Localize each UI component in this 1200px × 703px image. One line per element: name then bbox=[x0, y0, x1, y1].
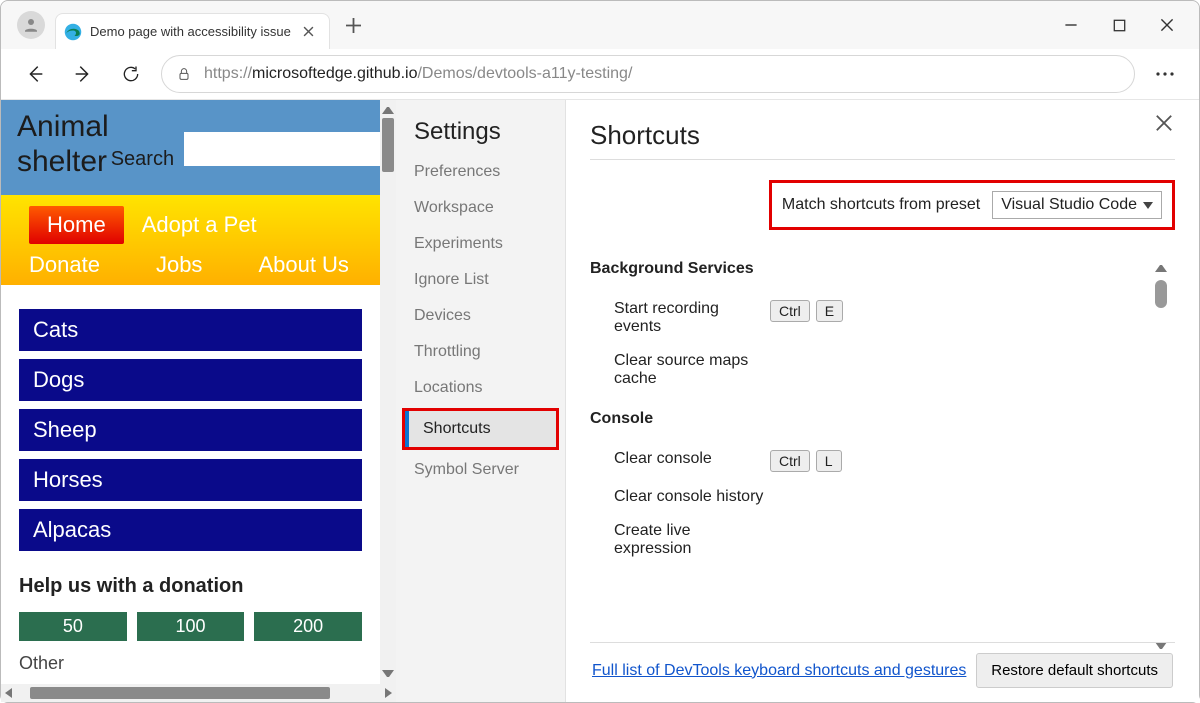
restore-defaults-button[interactable]: Restore default shortcuts bbox=[976, 653, 1173, 688]
category-horses[interactable]: Horses bbox=[19, 459, 362, 501]
minimize-button[interactable] bbox=[1061, 15, 1081, 35]
shortcuts-heading: Shortcuts bbox=[590, 120, 1175, 151]
settings-nav-workspace[interactable]: Workspace bbox=[396, 190, 565, 226]
scrollbar-thumb-h[interactable] bbox=[30, 687, 330, 699]
settings-close-button[interactable] bbox=[1155, 114, 1177, 136]
site-title-line1: Animal bbox=[17, 110, 109, 145]
url-text: https://microsoftedge.github.io/Demos/de… bbox=[204, 65, 632, 83]
preset-label: Match shortcuts from preset bbox=[782, 196, 980, 214]
preset-highlight: Match shortcuts from preset Visual Studi… bbox=[769, 180, 1175, 230]
shortcut-label: Start recording events bbox=[590, 300, 770, 336]
nav-about[interactable]: About Us bbox=[240, 246, 367, 284]
settings-nav-ignore-list[interactable]: Ignore List bbox=[396, 262, 565, 298]
nav-adopt[interactable]: Adopt a Pet bbox=[124, 206, 275, 244]
window-controls bbox=[1061, 15, 1199, 35]
scrollbar-thumb[interactable] bbox=[382, 118, 394, 172]
profile-avatar[interactable] bbox=[17, 11, 45, 39]
shortcut-row: Clear console Ctrl L bbox=[590, 442, 1147, 480]
devtools-panel: Settings Preferences Workspace Experimen… bbox=[396, 100, 1199, 702]
settings-sidebar: Settings Preferences Workspace Experimen… bbox=[396, 100, 566, 702]
donate-200[interactable]: 200 bbox=[254, 612, 362, 641]
nav-jobs[interactable]: Jobs bbox=[138, 246, 220, 284]
key-e: E bbox=[816, 300, 843, 322]
lock-icon bbox=[176, 66, 192, 82]
browser-toolbar: https://microsoftedge.github.io/Demos/de… bbox=[1, 49, 1199, 99]
donate-other-label: Other bbox=[1, 645, 380, 682]
shortcuts-scrollbar[interactable] bbox=[1153, 260, 1169, 654]
tab-title: Demo page with accessibility issue bbox=[90, 24, 291, 39]
browser-window: Demo page with accessibility issue https… bbox=[0, 0, 1200, 703]
settings-nav-experiments[interactable]: Experiments bbox=[396, 226, 565, 262]
page-hero: Animal shelter Search bbox=[1, 100, 380, 195]
preset-select[interactable]: Visual Studio Code bbox=[992, 191, 1162, 219]
section-bg-services: Background Services bbox=[590, 260, 1147, 278]
browser-menu-button[interactable] bbox=[1147, 56, 1183, 92]
site-title-line2: shelter bbox=[17, 145, 109, 180]
close-icon bbox=[303, 26, 314, 37]
back-button[interactable] bbox=[17, 56, 53, 92]
shortcut-label: Clear console history bbox=[590, 488, 770, 506]
forward-button[interactable] bbox=[65, 56, 101, 92]
nav-donate[interactable]: Donate bbox=[29, 246, 118, 284]
page-horizontal-scrollbar[interactable] bbox=[1, 684, 396, 702]
preset-value: Visual Studio Code bbox=[1001, 196, 1137, 214]
shortcut-row: Start recording events Ctrl E bbox=[590, 292, 1147, 344]
category-sheep[interactable]: Sheep bbox=[19, 409, 362, 451]
scrollbar-thumb[interactable] bbox=[1155, 280, 1167, 308]
shortcut-row: Create live expression bbox=[590, 514, 1147, 566]
shortcut-label: Clear source maps cache bbox=[590, 352, 770, 388]
page-vertical-scrollbar[interactable] bbox=[380, 100, 396, 684]
page-viewport: Animal shelter Search Home Adopt a Pet D… bbox=[1, 100, 396, 702]
search-label: Search bbox=[111, 148, 174, 171]
settings-nav-locations[interactable]: Locations bbox=[396, 370, 565, 406]
nav-home[interactable]: Home bbox=[29, 206, 124, 244]
settings-nav-symbol-server[interactable]: Symbol Server bbox=[396, 452, 565, 488]
settings-nav-shortcuts[interactable]: Shortcuts bbox=[405, 411, 556, 447]
maximize-button[interactable] bbox=[1109, 15, 1129, 35]
page-body: Animal shelter Search Home Adopt a Pet D… bbox=[1, 100, 380, 684]
edge-icon bbox=[64, 23, 82, 41]
content-area: Animal shelter Search Home Adopt a Pet D… bbox=[1, 99, 1199, 702]
shortcut-row: Clear console history bbox=[590, 480, 1147, 514]
browser-tab[interactable]: Demo page with accessibility issue bbox=[55, 13, 330, 49]
settings-main: Shortcuts Match shortcuts from preset Vi… bbox=[566, 100, 1199, 702]
new-tab-button[interactable] bbox=[338, 9, 370, 41]
category-dogs[interactable]: Dogs bbox=[19, 359, 362, 401]
category-list: Cats Dogs Sheep Horses Alpacas bbox=[1, 309, 380, 551]
donation-heading: Help us with a donation bbox=[19, 575, 362, 598]
address-bar[interactable]: https://microsoftedge.github.io/Demos/de… bbox=[161, 55, 1135, 93]
settings-nav-throttling[interactable]: Throttling bbox=[396, 334, 565, 370]
donate-50[interactable]: 50 bbox=[19, 612, 127, 641]
category-alpacas[interactable]: Alpacas bbox=[19, 509, 362, 551]
shortcut-label: Create live expression bbox=[590, 522, 770, 558]
shortcut-row: Clear source maps cache bbox=[590, 344, 1147, 396]
category-cats[interactable]: Cats bbox=[19, 309, 362, 351]
key-ctrl: Ctrl bbox=[770, 450, 810, 472]
titlebar: Demo page with accessibility issue bbox=[1, 1, 1199, 49]
plus-icon bbox=[346, 18, 361, 33]
preset-row: Match shortcuts from preset Visual Studi… bbox=[590, 180, 1175, 230]
full-shortcuts-link[interactable]: Full list of DevTools keyboard shortcuts… bbox=[592, 662, 966, 680]
donate-100[interactable]: 100 bbox=[137, 612, 245, 641]
shortcuts-area: Background Services Start recording even… bbox=[590, 260, 1175, 702]
search-input[interactable] bbox=[184, 132, 380, 166]
chevron-down-icon bbox=[1143, 202, 1153, 209]
settings-nav-devices[interactable]: Devices bbox=[396, 298, 565, 334]
tab-close-button[interactable] bbox=[299, 22, 319, 42]
main-nav: Home Adopt a Pet Donate Jobs About Us bbox=[1, 195, 380, 285]
settings-title: Settings bbox=[396, 118, 565, 154]
donation-section: Help us with a donation 50 100 200 bbox=[1, 551, 380, 645]
key-l: L bbox=[816, 450, 842, 472]
key-ctrl: Ctrl bbox=[770, 300, 810, 322]
close-window-button[interactable] bbox=[1157, 15, 1177, 35]
settings-nav-preferences[interactable]: Preferences bbox=[396, 154, 565, 190]
section-console: Console bbox=[590, 410, 1147, 428]
shortcut-label: Clear console bbox=[590, 450, 770, 468]
refresh-button[interactable] bbox=[113, 56, 149, 92]
